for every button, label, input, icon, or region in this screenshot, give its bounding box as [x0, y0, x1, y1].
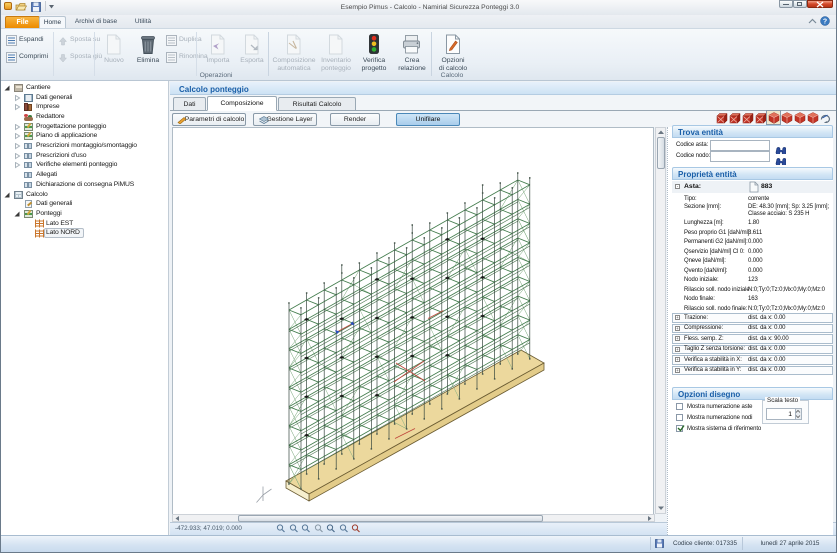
svg-text:?: ?: [823, 19, 827, 26]
